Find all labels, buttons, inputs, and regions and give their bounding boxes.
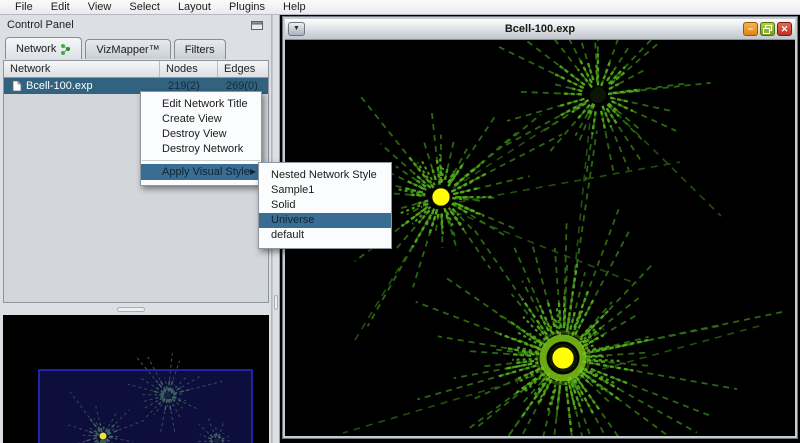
float-window-icon[interactable]: [250, 20, 264, 31]
style-option-nested-network-style[interactable]: Nested Network Style: [259, 168, 391, 183]
style-option-sample1[interactable]: Sample1: [259, 183, 391, 198]
menu-file[interactable]: File: [6, 0, 42, 14]
frame-titlebar[interactable]: ▼ Bcell-100.exp − ✕: [285, 19, 795, 40]
menu-bar: File Edit View Select Layout Plugins Help: [0, 0, 800, 15]
document-icon: [12, 80, 22, 92]
column-nodes[interactable]: Nodes: [160, 61, 218, 77]
menu-item-apply-visual-style[interactable]: Apply Visual Style ▶: [141, 164, 261, 180]
visual-style-submenu: Nested Network Style Sample1 Solid Universe…: [258, 162, 392, 249]
menu-select[interactable]: Select: [120, 0, 169, 14]
tab-label: Network: [16, 42, 57, 55]
horizontal-splitter[interactable]: [0, 303, 272, 315]
style-option-default[interactable]: default: [259, 228, 391, 243]
tab-filters[interactable]: Filters: [173, 39, 226, 59]
menu-view[interactable]: View: [79, 0, 121, 14]
splitter-grip[interactable]: [117, 307, 145, 312]
restore-button[interactable]: [760, 22, 775, 36]
minimize-button[interactable]: −: [743, 22, 758, 36]
frame-title: Bcell-100.exp: [504, 23, 576, 35]
submenu-arrow-icon: ▶: [249, 167, 257, 176]
overview-canvas[interactable]: [3, 315, 269, 443]
network-table-header: Network Nodes Edges: [4, 61, 268, 78]
vertical-splitter-grip[interactable]: [274, 295, 278, 310]
control-panel-title: Control Panel: [7, 19, 74, 31]
network-name: Bcell-100.exp: [26, 80, 93, 92]
menu-edit[interactable]: Edit: [42, 0, 79, 14]
control-panel-tabs: Network VizMapper™ Filters: [0, 35, 271, 59]
menu-plugins[interactable]: Plugins: [220, 0, 274, 14]
menu-item-destroy-network[interactable]: Destroy Network: [141, 142, 261, 157]
trigger-label: Apply Visual Style: [162, 166, 250, 178]
style-option-solid[interactable]: Solid: [259, 198, 391, 213]
network-overview[interactable]: [3, 315, 269, 443]
restore-icon: [763, 24, 772, 34]
network-graph-icon: [61, 43, 71, 55]
control-panel: Control Panel Network VizMapper™ Filters N…: [0, 15, 272, 443]
menu-layout[interactable]: Layout: [169, 0, 220, 14]
menu-item-destroy-view[interactable]: Destroy View: [141, 127, 261, 142]
menu-separator: [142, 160, 260, 161]
menu-item-create-view[interactable]: Create View: [141, 112, 261, 127]
menu-item-edit-network-title[interactable]: Edit Network Title: [141, 97, 261, 112]
network-context-menu: Edit Network Title Create View Destroy Vie…: [140, 91, 262, 186]
tab-network[interactable]: Network: [5, 37, 83, 59]
style-option-universe[interactable]: Universe: [259, 213, 391, 228]
column-network[interactable]: Network: [4, 61, 160, 77]
column-edges[interactable]: Edges: [218, 61, 268, 77]
frame-menu-button[interactable]: ▼: [288, 22, 305, 36]
close-button[interactable]: ✕: [777, 22, 792, 36]
menu-help[interactable]: Help: [274, 0, 315, 14]
tab-vizmapper-[interactable]: VizMapper™: [85, 39, 171, 59]
control-panel-header: Control Panel: [0, 15, 271, 35]
